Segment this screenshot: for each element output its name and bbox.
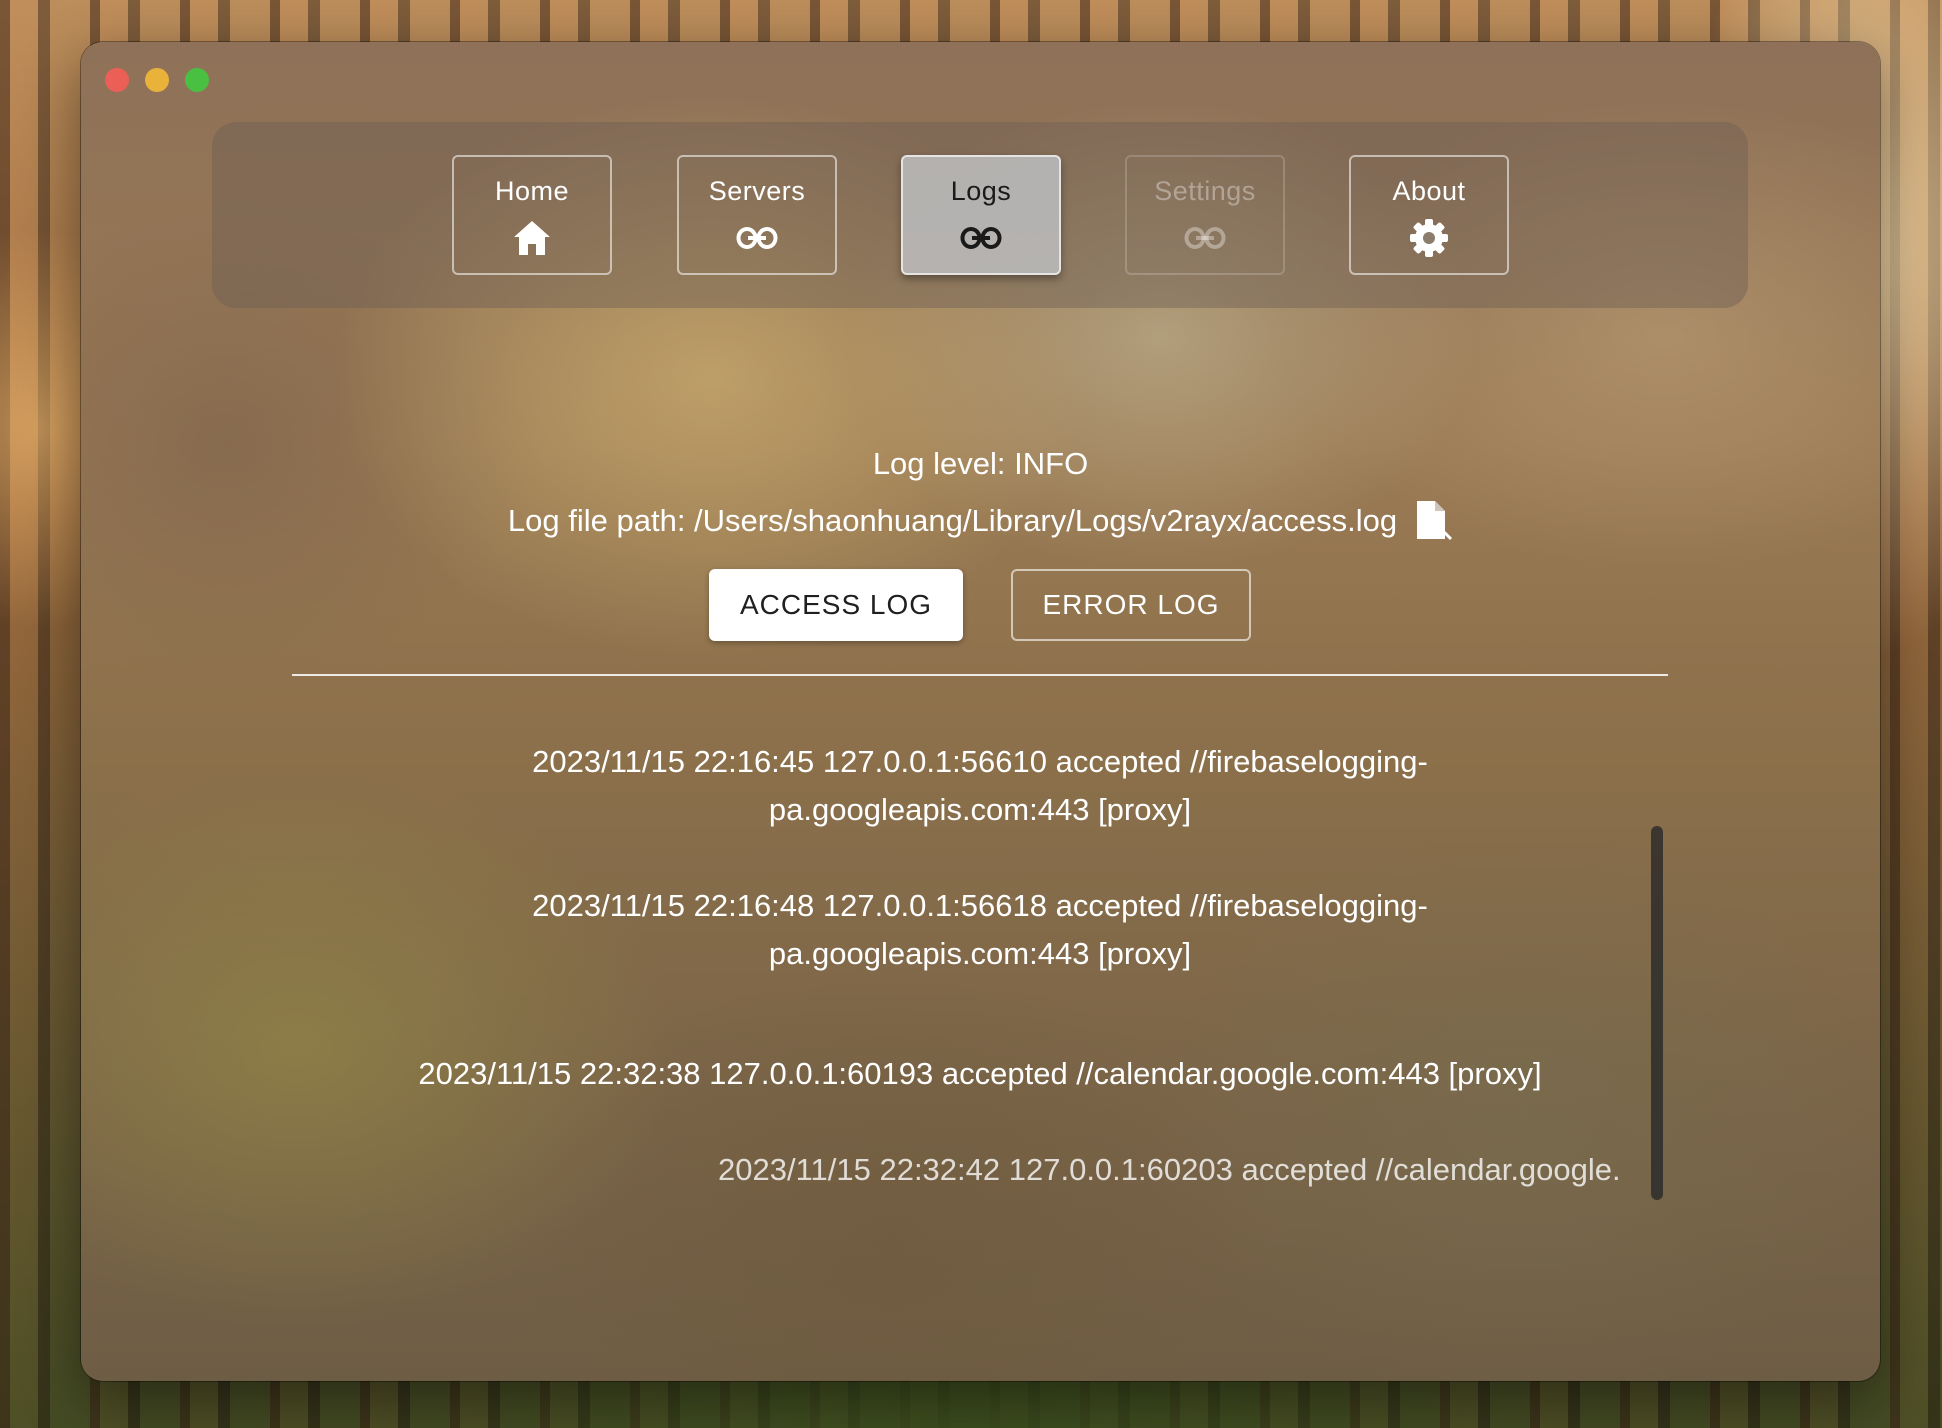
log-entry-line: pa.googleapis.com:443 [proxy] [768,936,1192,971]
nav-settings-button[interactable]: Settings [1125,155,1285,275]
scrollbar[interactable] [1651,826,1663,1200]
nav-settings-label: Settings [1154,176,1256,206]
log-entry-line: 2023/11/15 22:32:38 127.0.0.1:60193 acce… [418,1056,1542,1091]
home-icon [511,217,553,259]
error-log-button[interactable]: ERROR LOG [1011,569,1251,641]
access-log-button[interactable]: ACCESS LOG [709,569,963,641]
link-icon [960,217,1002,259]
nav-servers-label: Servers [708,176,806,206]
log-entry-line: 2023/11/15 22:16:45 127.0.0.1:56610 acce… [532,744,1428,779]
log-entry-line: 2023/11/15 22:32:42 127.0.0.1:60203 acce… [718,1152,1621,1187]
nav-home-label: Home [494,176,570,206]
nav-about-button[interactable]: About [1349,155,1509,275]
window-controls [105,68,209,92]
log-level-text: Log level: INFO [872,446,1089,481]
log-entry-line: 2023/11/15 22:16:48 127.0.0.1:56618 acce… [532,888,1428,923]
nav-home-button[interactable]: Home [452,155,612,275]
log-entry-line: pa.googleapis.com:443 [proxy] [768,792,1192,827]
minimize-button[interactable] [145,68,169,92]
log-entry: 2023/11/15 22:32:38 127.0.0.1:60193 acce… [292,1050,1668,1098]
link-icon [1184,217,1226,259]
nav-about-label: About [1392,176,1466,206]
app-window: Home Servers Logs Settings About Log lev… [81,42,1880,1381]
log-path-text: Log file path: /Users/shaonhuang/Library… [507,503,1398,538]
link-icon [736,217,778,259]
nav-logs-button[interactable]: Logs [901,155,1061,275]
log-entry: 2023/11/15 22:16:45 127.0.0.1:56610 acce… [292,738,1668,834]
log-entry: 2023/11/15 22:32:42 127.0.0.1:60203 acce… [718,1146,1668,1194]
log-entry: 2023/11/15 22:16:48 127.0.0.1:56618 acce… [292,882,1668,978]
file-open-icon[interactable] [1413,499,1453,543]
divider [292,674,1668,676]
gear-icon [1408,217,1450,259]
zoom-button[interactable] [185,68,209,92]
log-path-row: Log file path: /Users/shaonhuang/Library… [81,499,1880,543]
nav-logs-label: Logs [950,176,1012,206]
nav-servers-button[interactable]: Servers [677,155,837,275]
close-button[interactable] [105,68,129,92]
